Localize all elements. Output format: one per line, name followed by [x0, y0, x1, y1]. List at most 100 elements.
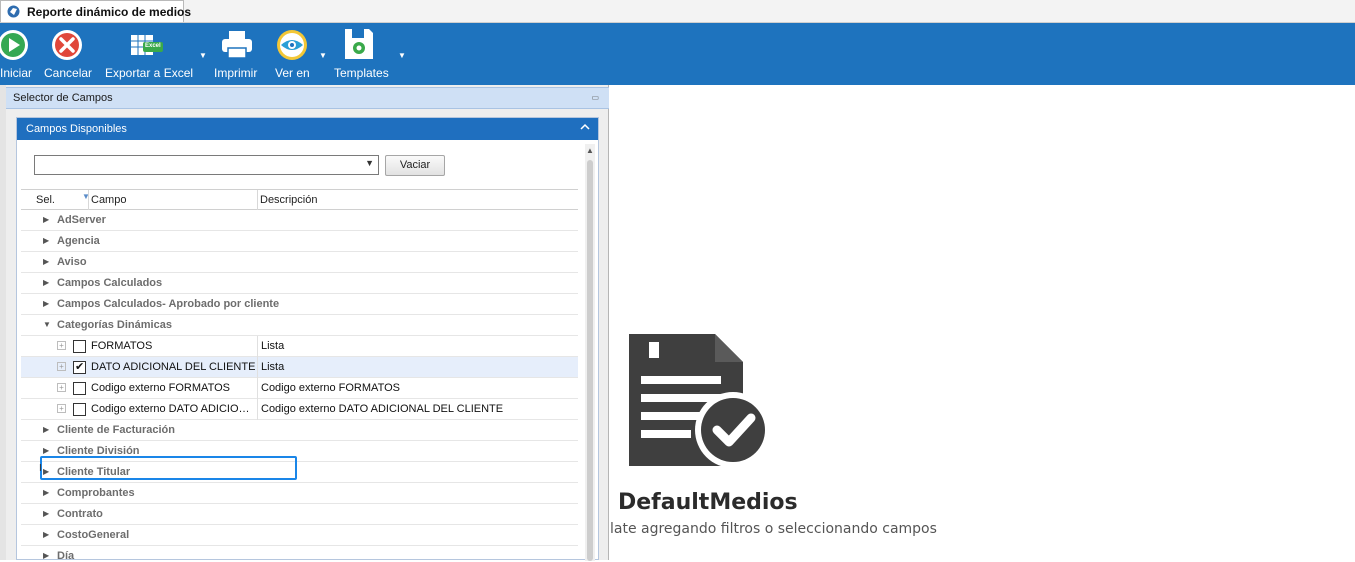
group-row[interactable]: ▶ Campos Calculados [21, 273, 578, 294]
report-preview-area [610, 85, 1355, 560]
expand-icon[interactable]: ▶ [43, 551, 49, 560]
cancelar-button[interactable]: Cancelar [42, 23, 94, 85]
column-separator [88, 190, 89, 210]
ver-en-dropdown-icon[interactable]: ▼ [319, 51, 327, 60]
vertical-scrollbar[interactable]: ▲ [585, 144, 595, 561]
cell-divider [257, 336, 258, 357]
document-tab-title: Reporte dinámico de medios [27, 5, 192, 19]
excel-badge: Excel [145, 43, 161, 49]
group-label: Aviso [57, 256, 87, 268]
group-label: Campos Calculados [57, 277, 163, 289]
field-descripcion: Codigo externo FORMATOS [261, 382, 400, 394]
scrollbar-thumb[interactable] [587, 160, 593, 561]
group-row[interactable]: ▶ Comprobantes [21, 483, 578, 504]
field-checkbox[interactable] [73, 340, 86, 353]
imprimir-button[interactable]: Imprimir [212, 23, 264, 85]
document-tab[interactable]: Reporte dinámico de medios [0, 0, 191, 22]
cell-divider [257, 357, 258, 378]
expand-icon[interactable]: ▶ [43, 488, 49, 497]
group-label: Día [57, 550, 75, 562]
group-row[interactable]: ▶ Aviso [21, 252, 578, 273]
expand-icon[interactable]: ▶ [43, 299, 49, 308]
campos-disponibles-group: Campos Disponibles ▼ Vaciar Sel. ▼ Campo… [16, 117, 599, 562]
group-label: Campos Calculados- Aprobado por cliente [57, 298, 280, 310]
cancel-icon [52, 30, 82, 60]
selector-panel-header: Selector de Campos ▭ [6, 87, 609, 109]
exportar-excel-label: Exportar a Excel [105, 66, 194, 80]
ver-en-label: Ver en [275, 66, 310, 80]
templates-dropdown-icon[interactable]: ▼ [398, 51, 406, 60]
field-row[interactable]: + FORMATOS Lista [21, 336, 578, 357]
field-campo: Codigo externo DATO ADICIO… [91, 403, 250, 415]
expand-detail-icon[interactable]: + [57, 404, 66, 413]
expand-detail-icon[interactable]: + [57, 383, 66, 392]
expand-icon[interactable]: ▶ [43, 278, 49, 287]
play-icon [0, 30, 28, 60]
field-row[interactable]: + Codigo externo FORMATOS Codigo externo… [21, 378, 578, 399]
group-row[interactable]: ▶ Campos Calculados- Aprobado por cliente [21, 294, 578, 315]
expand-icon[interactable]: ▶ [43, 446, 49, 455]
expand-icon[interactable]: ▶ [43, 425, 49, 434]
eye-icon [277, 30, 307, 60]
group-row-expanded[interactable]: ▼ Categorías Dinámicas [21, 315, 578, 336]
chevron-down-icon[interactable]: ▼ [365, 158, 374, 168]
pin-icon[interactable]: ▭ [591, 93, 599, 102]
chevron-up-icon[interactable] [580, 122, 590, 132]
expand-detail-icon[interactable]: + [57, 341, 66, 350]
ver-en-button[interactable]: Ver en ▼ [273, 23, 329, 85]
scroll-up-icon[interactable]: ▲ [586, 146, 594, 155]
field-campo: DATO ADICIONAL DEL CLIENTE [91, 361, 256, 373]
field-checkbox[interactable] [73, 403, 86, 416]
group-row[interactable]: ▶ AdServer [21, 210, 578, 231]
collapse-icon[interactable]: ▼ [43, 320, 51, 329]
group-row[interactable]: ▶ Contrato [21, 504, 578, 525]
expand-icon[interactable]: ▶ [43, 530, 49, 539]
app-icon [7, 5, 20, 18]
field-row[interactable]: + Codigo externo DATO ADICIO… Codigo ext… [21, 399, 578, 420]
expand-icon[interactable]: ▶ [43, 257, 49, 266]
group-label: Cliente de Facturación [57, 424, 175, 436]
group-label: Categorías Dinámicas [57, 319, 172, 331]
group-label: Comprobantes [57, 487, 135, 499]
exportar-excel-button[interactable]: Excel Exportar a Excel ▼ [103, 23, 209, 85]
field-search-combo[interactable]: ▼ [34, 155, 379, 175]
expand-detail-icon[interactable]: + [57, 362, 66, 371]
field-checkbox[interactable] [73, 382, 86, 395]
field-descripcion: Lista [261, 361, 285, 373]
iniciar-button[interactable]: Iniciar [0, 23, 32, 85]
expand-icon[interactable]: ▶ [43, 509, 49, 518]
imprimir-label: Imprimir [214, 66, 258, 80]
field-descripcion: Codigo externo DATO ADICIONAL DEL CLIENT… [261, 403, 504, 415]
template-hint: late agregando filtros o seleccionando c… [610, 521, 937, 537]
campos-disponibles-title: Campos Disponibles [26, 123, 127, 135]
column-header-campo[interactable]: Campo [91, 194, 126, 206]
vaciar-button[interactable]: Vaciar [385, 155, 445, 176]
column-header-sel[interactable]: Sel. [36, 194, 55, 206]
group-row[interactable]: ▶ Cliente de Facturación [21, 420, 578, 441]
field-row-selected[interactable]: + DATO ADICIONAL DEL CLIENTE Lista [21, 357, 578, 378]
ribbon-toolbar: Iniciar Cancelar Excel Exportar a Excel … [0, 23, 1355, 85]
field-selector-panel: Selector de Campos ▭ Campos Disponibles … [6, 85, 609, 562]
column-separator [257, 190, 258, 210]
group-row[interactable]: ▶ Agencia [21, 231, 578, 252]
expand-icon[interactable]: ▶ [43, 215, 49, 224]
group-label: Agencia [57, 235, 100, 247]
campos-disponibles-header[interactable]: Campos Disponibles [17, 118, 598, 140]
cell-divider [257, 399, 258, 420]
field-checkbox-checked[interactable] [73, 360, 86, 374]
iniciar-label: Iniciar [0, 66, 33, 80]
column-header-descripcion[interactable]: Descripción [260, 194, 317, 206]
templates-button[interactable]: Templates ▼ [332, 23, 406, 85]
cancelar-label: Cancelar [44, 66, 93, 80]
printer-icon [222, 31, 252, 59]
group-label: AdServer [57, 214, 106, 226]
expand-icon[interactable]: ▶ [43, 236, 49, 245]
selection-highlight [40, 456, 297, 480]
save-template-icon [345, 29, 373, 59]
field-campo: FORMATOS [91, 340, 153, 352]
field-descripcion: Lista [261, 340, 285, 352]
exportar-dropdown-icon[interactable]: ▼ [199, 51, 207, 60]
group-row[interactable]: ▶ CostoGeneral [21, 525, 578, 546]
selector-panel-title: Selector de Campos [13, 92, 113, 104]
document-tab-strip: Reporte dinámico de medios [0, 0, 1355, 23]
